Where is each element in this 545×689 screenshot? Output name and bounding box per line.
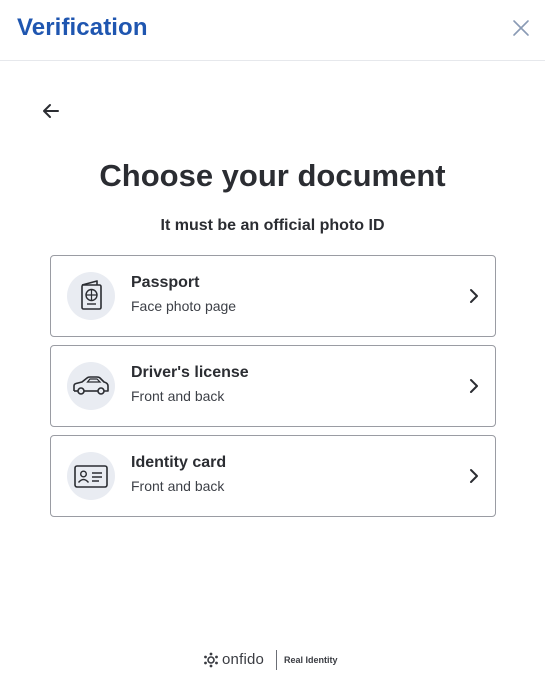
option-title: Driver's license — [131, 364, 249, 381]
onfido-logo-icon — [204, 652, 218, 668]
option-subtitle: Front and back — [131, 478, 225, 494]
header-title: Verification — [17, 14, 148, 41]
footer-divider — [276, 650, 277, 670]
brand-name: onfido — [222, 651, 265, 668]
page-title: Choose your document — [99, 158, 446, 193]
car-icon — [67, 362, 115, 410]
passport-icon — [67, 272, 115, 320]
passport-option[interactable]: Passport Face photo page — [50, 255, 496, 337]
option-subtitle: Face photo page — [131, 298, 237, 314]
footer: onfido Real Identity — [0, 650, 545, 672]
chevron-right-icon — [470, 379, 478, 393]
close-button[interactable] — [511, 18, 531, 38]
option-title: Passport — [131, 274, 200, 291]
identity-card-option[interactable]: Identity card Front and back — [50, 435, 496, 517]
option-subtitle: Front and back — [131, 388, 225, 404]
page-subtitle: It must be an official photo ID — [160, 217, 385, 234]
brand-tagline: Real Identity — [284, 655, 338, 665]
back-button[interactable] — [40, 100, 62, 122]
chevron-right-icon — [470, 289, 478, 303]
option-title: Identity card — [131, 454, 227, 471]
header: Verification — [0, 0, 545, 61]
id-card-icon — [67, 452, 115, 500]
arrow-left-icon — [43, 104, 59, 118]
drivers-license-option[interactable]: Driver's license Front and back — [50, 345, 496, 427]
chevron-right-icon — [470, 469, 478, 483]
close-icon — [513, 20, 529, 36]
